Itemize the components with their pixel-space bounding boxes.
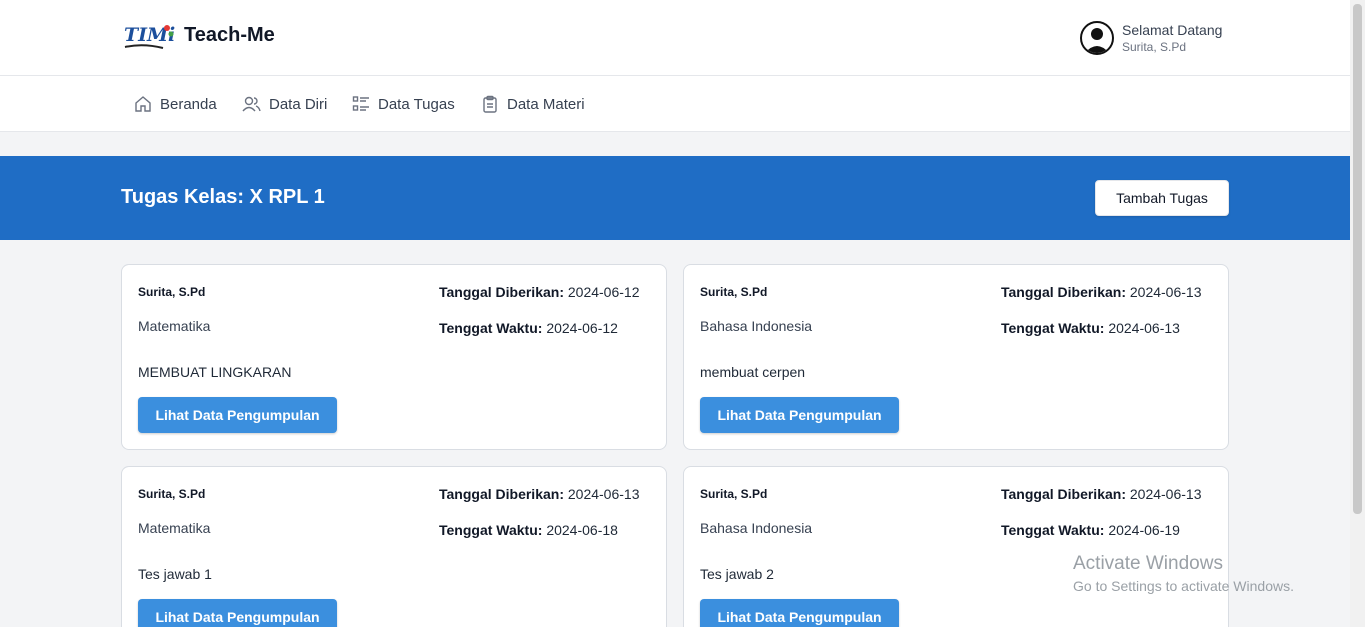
task-due-date: Tenggat Waktu: 2024-06-12 — [439, 320, 618, 336]
app-logo[interactable]: TIMi — [121, 14, 175, 62]
view-submissions-button[interactable]: Lihat Data Pengumpulan — [138, 397, 337, 433]
task-card: Surita, S.Pd Matematika MEMBUAT LINGKARA… — [121, 264, 667, 450]
page-title: Tugas Kelas: X RPL 1 — [121, 186, 325, 208]
top-bar: TIMi Teach-Me Selamat Datang Surita, S.P… — [0, 0, 1350, 76]
task-given-date: Tanggal Diberikan: 2024-06-13 — [1001, 486, 1202, 502]
given-label: Tanggal Diberikan: — [1001, 284, 1126, 300]
given-value: 2024-06-13 — [567, 486, 640, 502]
view-submissions-button[interactable]: Lihat Data Pengumpulan — [700, 599, 899, 627]
task-description: Tes jawab 2 — [700, 566, 774, 582]
task-description: MEMBUAT LINGKARAN — [138, 364, 292, 380]
list-icon — [352, 96, 369, 111]
nav-item-data-materi[interactable]: Data Materi — [481, 95, 585, 113]
user-name: Surita, S.Pd — [1122, 40, 1187, 54]
task-given-date: Tanggal Diberikan: 2024-06-13 — [439, 486, 640, 502]
task-teacher: Surita, S.Pd — [700, 285, 768, 299]
task-given-date: Tanggal Diberikan: 2024-06-12 — [439, 284, 640, 300]
users-icon — [242, 96, 261, 112]
given-label: Tanggal Diberikan: — [1001, 486, 1126, 502]
avatar-icon[interactable] — [1080, 21, 1114, 55]
task-card: Surita, S.Pd Bahasa Indonesia Tes jawab … — [683, 466, 1229, 627]
scrollbar-thumb[interactable] — [1353, 4, 1362, 514]
due-label: Tenggat Waktu: — [439, 320, 543, 336]
add-task-button[interactable]: Tambah Tugas — [1095, 180, 1229, 216]
task-due-date: Tenggat Waktu: 2024-06-18 — [439, 522, 618, 538]
given-label: Tanggal Diberikan: — [439, 486, 564, 502]
class-banner: Tugas Kelas: X RPL 1 Tambah Tugas — [0, 156, 1350, 240]
due-value: 2024-06-18 — [546, 522, 618, 538]
task-card: Surita, S.Pd Bahasa Indonesia membuat ce… — [683, 264, 1229, 450]
welcome-text: Selamat Datang — [1122, 22, 1223, 38]
nav-label-data-materi: Data Materi — [507, 95, 585, 113]
due-value: 2024-06-19 — [1108, 522, 1180, 538]
due-value: 2024-06-12 — [546, 320, 618, 336]
given-value: 2024-06-13 — [1129, 486, 1202, 502]
task-description: membuat cerpen — [700, 364, 806, 380]
due-value: 2024-06-13 — [1108, 320, 1180, 336]
task-card: Surita, S.Pd Matematika Tes jawab 1 Tang… — [121, 466, 667, 627]
user-menu[interactable]: Selamat Datang Surita, S.Pd — [1080, 20, 1222, 56]
nav-item-beranda[interactable]: Beranda — [134, 95, 217, 113]
task-teacher: Surita, S.Pd — [138, 285, 206, 299]
view-submissions-button[interactable]: Lihat Data Pengumpulan — [138, 599, 337, 627]
nav-label-data-tugas: Data Tugas — [378, 95, 455, 113]
task-description: Tes jawab 1 — [138, 566, 212, 582]
task-teacher: Surita, S.Pd — [700, 487, 768, 501]
home-icon — [135, 96, 151, 112]
given-value: 2024-06-13 — [1129, 284, 1202, 300]
given-value: 2024-06-12 — [567, 284, 640, 300]
task-given-date: Tanggal Diberikan: 2024-06-13 — [1001, 284, 1202, 300]
due-label: Tenggat Waktu: — [1001, 522, 1105, 538]
main-nav: Beranda Data Diri Data Tugas Data Materi — [0, 76, 1350, 132]
app-name: Teach-Me — [184, 24, 275, 46]
task-due-date: Tenggat Waktu: 2024-06-19 — [1001, 522, 1180, 538]
nav-label-beranda: Beranda — [160, 95, 217, 113]
nav-item-data-diri[interactable]: Data Diri — [242, 95, 327, 113]
nav-label-data-diri: Data Diri — [269, 95, 328, 113]
task-subject: Matematika — [138, 520, 211, 536]
due-label: Tenggat Waktu: — [1001, 320, 1105, 336]
task-subject: Matematika — [138, 318, 211, 334]
due-label: Tenggat Waktu: — [439, 522, 543, 538]
given-label: Tanggal Diberikan: — [439, 284, 564, 300]
task-teacher: Surita, S.Pd — [138, 487, 206, 501]
task-subject: Bahasa Indonesia — [700, 520, 813, 536]
task-due-date: Tenggat Waktu: 2024-06-13 — [1001, 320, 1180, 336]
clipboard-icon — [483, 95, 497, 113]
view-submissions-button[interactable]: Lihat Data Pengumpulan — [700, 397, 899, 433]
task-subject: Bahasa Indonesia — [700, 318, 813, 334]
nav-item-data-tugas[interactable]: Data Tugas — [352, 95, 455, 113]
